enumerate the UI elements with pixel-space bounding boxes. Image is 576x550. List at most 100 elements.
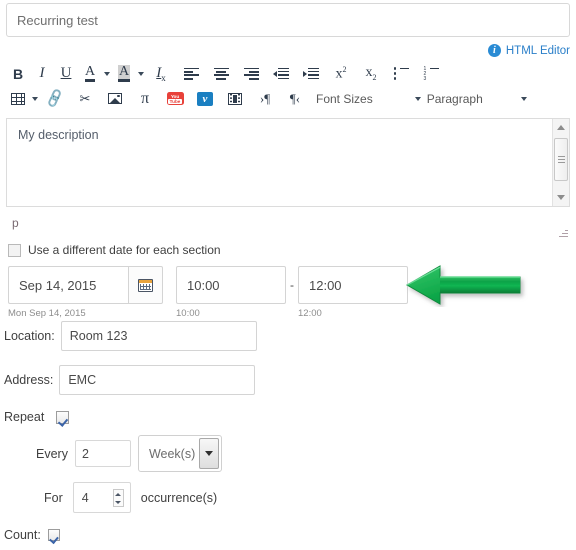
filmstrip-icon xyxy=(228,92,242,105)
start-time-input[interactable] xyxy=(176,266,286,304)
bold-button[interactable]: B xyxy=(6,62,30,85)
numbered-list-button[interactable]: 123 xyxy=(416,62,446,85)
bullet-list-button[interactable] xyxy=(386,62,416,85)
location-row: Location: xyxy=(4,321,257,351)
subscript-button[interactable]: x2 xyxy=(356,62,386,85)
use-different-date-checkbox[interactable] xyxy=(8,243,21,257)
clear-formatting-button[interactable]: Ix xyxy=(146,62,176,85)
address-label: Address: xyxy=(4,373,54,387)
vimeo-icon: v xyxy=(197,91,213,106)
align-center-icon xyxy=(213,67,229,80)
align-left-icon xyxy=(183,67,199,80)
chevron-down-icon xyxy=(557,195,565,200)
indent-button[interactable] xyxy=(296,62,326,85)
stepper-down-icon[interactable] xyxy=(115,500,122,504)
chevron-down-icon xyxy=(32,96,38,101)
editor-scrollbar[interactable] xyxy=(552,119,569,206)
font-sizes-select[interactable]: Font Sizes xyxy=(310,87,421,110)
event-recurrence-form: i HTML Editor B I U A A Ix x2 x2 123 🔗 xyxy=(0,0,576,550)
scrollbar-grip xyxy=(557,154,565,164)
description-editor[interactable]: My description xyxy=(6,118,570,207)
rtl-direction-button[interactable]: ¶‹ xyxy=(280,87,310,110)
end-time-group: 12:00 xyxy=(298,266,408,319)
align-right-button[interactable] xyxy=(236,62,266,85)
text-color-button[interactable]: A xyxy=(78,62,102,85)
ltr-direction-button[interactable]: ›¶ xyxy=(250,87,280,110)
description-text: My description xyxy=(18,128,99,142)
ltr-icon: ›¶ xyxy=(259,90,271,106)
table-icon xyxy=(11,92,25,105)
insert-link-button[interactable]: 🔗 xyxy=(40,87,70,110)
interval-unit-value: Week(s) xyxy=(148,446,196,461)
italic-icon: I xyxy=(39,65,45,81)
scroll-up-button[interactable] xyxy=(553,119,569,136)
end-time-input[interactable] xyxy=(298,266,408,304)
background-color-icon: A xyxy=(117,65,131,82)
youtube-icon: You Tube xyxy=(166,92,184,105)
use-different-date-row[interactable]: Use a different date for each section xyxy=(8,243,221,257)
align-right-icon xyxy=(243,67,259,80)
html-editor-link[interactable]: i HTML Editor xyxy=(487,44,570,57)
underline-icon: U xyxy=(60,65,72,81)
occurrences-suffix: occurrence(s) xyxy=(140,490,218,505)
bold-icon: B xyxy=(12,65,24,82)
date-input[interactable] xyxy=(8,266,128,304)
interval-unit-dropdown-button[interactable] xyxy=(198,438,219,469)
occurrences-spinner-buttons[interactable] xyxy=(112,489,124,507)
italic-button[interactable]: I xyxy=(30,62,54,85)
chevron-down-icon xyxy=(520,96,527,101)
scroll-down-button[interactable] xyxy=(553,189,569,206)
insert-equation-button[interactable]: π xyxy=(130,87,160,110)
event-title-input[interactable] xyxy=(6,3,570,37)
location-input[interactable] xyxy=(60,321,257,351)
background-color-button[interactable]: A xyxy=(112,62,136,85)
address-input[interactable] xyxy=(59,365,256,395)
editor-resize-handle[interactable] xyxy=(559,228,568,237)
date-picker-button[interactable] xyxy=(128,266,163,304)
align-left-button[interactable] xyxy=(176,62,206,85)
count-checkbox[interactable] xyxy=(47,529,60,541)
interval-unit-select[interactable]: Week(s) xyxy=(137,435,222,472)
insert-vimeo-button[interactable]: v xyxy=(190,87,220,110)
start-time-hint: 10:00 xyxy=(176,308,200,319)
count-row[interactable]: Count: xyxy=(4,528,60,542)
align-center-button[interactable] xyxy=(206,62,236,85)
superscript-button[interactable]: x2 xyxy=(326,62,356,85)
outdent-button[interactable] xyxy=(266,62,296,85)
remove-link-button[interactable]: ✂ xyxy=(70,87,100,110)
paragraph-style-select[interactable]: Paragraph xyxy=(421,87,527,110)
link-icon: 🔗 xyxy=(43,87,66,109)
bullet-list-icon xyxy=(393,67,409,80)
background-color-dropdown[interactable] xyxy=(136,62,146,85)
location-label: Location: xyxy=(4,329,55,343)
insert-media-button[interactable] xyxy=(220,87,250,110)
editor-toolbar: B I U A A Ix x2 x2 123 🔗 ✂ π You Tube v … xyxy=(6,61,570,111)
insert-table-button[interactable] xyxy=(6,87,30,110)
repeat-row[interactable]: Repeat xyxy=(4,410,70,424)
occurrences-value: 4 xyxy=(81,490,89,505)
scrollbar-thumb[interactable] xyxy=(554,138,568,181)
clear-formatting-icon: Ix xyxy=(156,64,166,83)
font-sizes-label: Font Sizes xyxy=(316,91,373,106)
repeat-checkbox[interactable] xyxy=(56,410,70,424)
chevron-down-icon xyxy=(104,71,110,76)
stepper-up-icon[interactable] xyxy=(115,492,122,496)
address-row: Address: xyxy=(4,365,256,395)
table-dropdown[interactable] xyxy=(30,87,40,110)
occurrences-row: For 4 occurrence(s) xyxy=(44,482,217,513)
unlink-icon: ✂ xyxy=(79,90,91,106)
insert-image-button[interactable] xyxy=(100,87,130,110)
calendar-icon xyxy=(138,278,153,292)
occurrences-stepper[interactable]: 4 xyxy=(72,482,131,513)
element-path-status: p xyxy=(12,216,19,230)
underline-button[interactable]: U xyxy=(54,62,78,85)
indent-icon xyxy=(303,67,319,80)
outdent-icon xyxy=(273,67,289,80)
text-color-dropdown[interactable] xyxy=(102,62,112,85)
insert-youtube-button[interactable]: You Tube xyxy=(160,87,190,110)
numbered-list-icon: 123 xyxy=(424,66,439,81)
interval-input[interactable] xyxy=(74,440,131,467)
for-label: For xyxy=(44,490,63,505)
chevron-down-icon xyxy=(204,451,213,456)
every-label: Every xyxy=(36,446,68,461)
